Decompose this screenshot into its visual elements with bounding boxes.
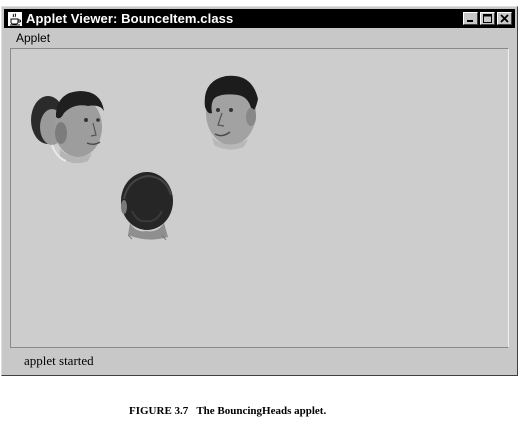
- maximize-icon[interactable]: [480, 12, 495, 25]
- figure-caption: FIGURE 3.7 The BouncingHeads applet.: [129, 405, 327, 417]
- applet-canvas[interactable]: [10, 48, 509, 348]
- screenshot-figure: Applet Viewer: BounceItem.class Applet a…: [0, 0, 521, 425]
- menu-bar: Applet: [4, 29, 515, 47]
- java-cup-icon[interactable]: [7, 11, 22, 26]
- status-bar-text: applet started: [24, 353, 94, 368]
- window-title: Applet Viewer: BounceItem.class: [26, 11, 234, 26]
- window-controls: [463, 12, 512, 25]
- minimize-icon[interactable]: [463, 12, 478, 25]
- bouncing-head: [121, 172, 173, 241]
- menu-applet[interactable]: Applet: [4, 31, 57, 45]
- bouncing-head: [31, 91, 104, 164]
- title-bar[interactable]: Applet Viewer: BounceItem.class: [4, 9, 515, 28]
- bouncing-head: [204, 75, 258, 150]
- close-icon[interactable]: [497, 12, 512, 25]
- applet-viewer-window: Applet Viewer: BounceItem.class Applet a…: [1, 6, 518, 376]
